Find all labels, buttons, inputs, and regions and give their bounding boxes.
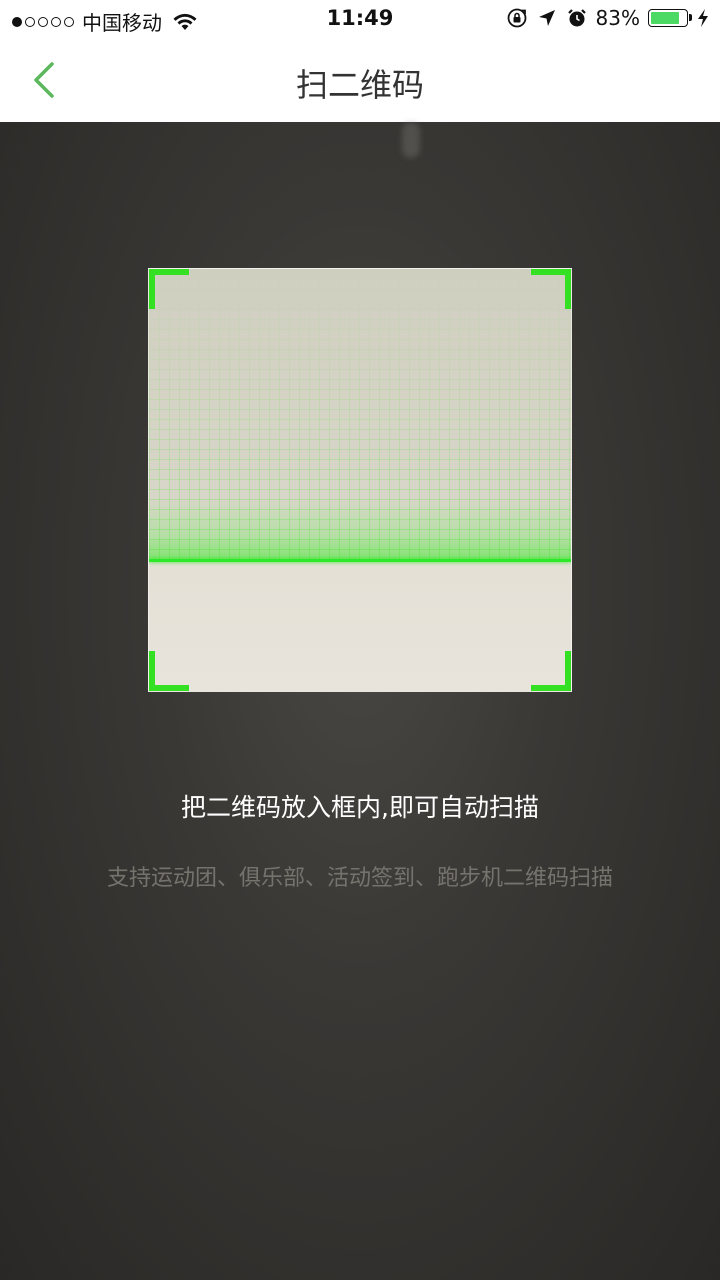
battery-percent: 83% — [595, 6, 640, 30]
camera-smudge — [402, 122, 420, 158]
nav-bar: 扫二维码 — [0, 40, 720, 122]
frame-corner-top-right — [531, 269, 571, 309]
frame-corner-top-left — [149, 269, 189, 309]
location-arrow-icon — [538, 10, 555, 26]
charging-bolt-icon — [698, 9, 708, 27]
frame-corner-bottom-left — [149, 651, 189, 691]
supported-codes-text: 支持运动团、俱乐部、活动签到、跑步机二维码扫描 — [106, 866, 613, 891]
status-bar: 中国移动 11:49 83% — [0, 0, 720, 40]
battery-icon — [648, 9, 692, 27]
scan-glow — [149, 499, 571, 561]
alarm-icon — [567, 9, 586, 27]
orientation-lock-icon — [507, 8, 526, 28]
battery-fill — [651, 12, 680, 24]
frame-corner-bottom-right — [531, 651, 571, 691]
status-right: 83% — [506, 6, 710, 30]
scan-instruction: 把二维码放入框内,即可自动扫描 — [181, 793, 539, 822]
scan-line — [149, 559, 571, 562]
page-title: 扫二维码 — [295, 66, 424, 104]
scan-frame — [148, 268, 572, 692]
camera-preview: 把二维码放入框内,即可自动扫描 支持运动团、俱乐部、活动签到、跑步机二维码扫描 — [0, 122, 720, 1280]
